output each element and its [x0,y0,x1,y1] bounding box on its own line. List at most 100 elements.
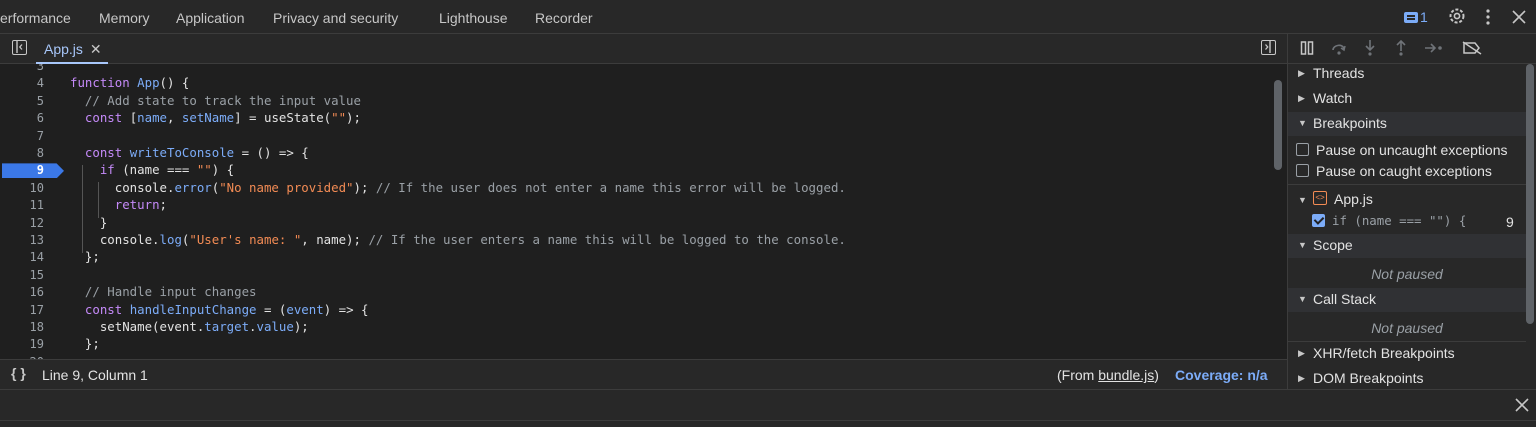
drawer-divider [0,420,1536,421]
source-origin: (From bundle.js) [1057,367,1159,383]
watch-label: Watch [1313,90,1353,106]
breakpoint-enabled-checkbox[interactable] [1312,214,1325,227]
breakpoint-code[interactable]: if (name === "") { [1332,213,1466,228]
expanded-arrow-icon[interactable]: ▼ [1298,195,1307,205]
line-number[interactable]: 14 [0,250,44,264]
code-line[interactable]: // Handle input changes [70,284,257,299]
step-icon[interactable] [1424,41,1444,58]
code-line[interactable]: const writeToConsole = () => { [70,145,309,160]
toggle-debugger-icon[interactable] [1261,40,1276,55]
bundle-js-link[interactable]: bundle.js [1098,367,1154,383]
settings-gear-icon[interactable] [1447,6,1467,29]
section-breakpoints[interactable]: ▼ Breakpoints [1288,112,1526,136]
file-tab-label: App.js [44,41,83,57]
pause-caught-checkbox[interactable] [1296,164,1309,177]
scope-label: Scope [1313,237,1353,253]
line-number[interactable]: 6 [0,111,44,125]
tab-lighthouse[interactable]: Lighthouse [439,10,508,26]
line-number[interactable]: 9 [0,163,44,177]
section-threads[interactable]: ▶ Threads [1288,62,1526,86]
line-number-gutter[interactable]: 34567891011121314151617181920 [0,64,64,359]
code-line[interactable]: console.log("User's name: ", name); // I… [70,232,846,247]
divider [1288,184,1526,185]
line-number[interactable]: 5 [0,94,44,108]
line-number[interactable]: 10 [0,181,44,195]
debugger-toolbar [1288,34,1536,64]
sidebar-scrollbar[interactable] [1526,64,1534,324]
line-number[interactable]: 11 [0,198,44,212]
close-tab-icon[interactable]: ✕ [90,41,102,57]
section-call-stack[interactable]: ▼ Call Stack [1288,288,1526,312]
line-number[interactable]: 16 [0,285,44,299]
section-dom-breakpoints[interactable]: ▶ DOM Breakpoints [1288,367,1526,389]
xhr-label: XHR/fetch Breakpoints [1313,345,1455,361]
debugger-sidebar: ▶ Threads ▶ Watch ▼ Breakpoints Pause on… [1287,34,1536,389]
code-line[interactable]: function App() { [70,75,189,90]
code-line[interactable]: // Add state to track the input value [70,93,361,108]
source-origin-prefix: (From [1057,367,1099,383]
more-options-icon[interactable] [1484,8,1492,29]
code-line[interactable]: setName(event.target.value); [70,319,309,334]
tab-application[interactable]: Application [176,10,245,26]
issues-counter[interactable]: 1 [1404,9,1428,25]
step-into-icon[interactable] [1364,39,1376,60]
line-number[interactable]: 12 [0,216,44,230]
line-number[interactable]: 17 [0,303,44,317]
coverage-status[interactable]: Coverage: n/a [1175,367,1268,383]
tab-recorder[interactable]: Recorder [535,10,593,26]
line-number[interactable]: 4 [0,76,44,90]
tab-performance[interactable]: erformance [0,10,71,26]
cursor-position: Line 9, Column 1 [42,367,148,383]
line-number[interactable]: 13 [0,233,44,247]
tab-privacy-and-security[interactable]: Privacy and security [273,10,398,26]
line-number[interactable]: 18 [0,320,44,334]
breakpoints-label: Breakpoints [1313,115,1387,131]
code-line[interactable]: const [name, setName] = useState(""); [70,110,361,125]
expanded-arrow-icon: ▼ [1298,240,1307,250]
close-devtools-icon[interactable] [1512,10,1526,27]
line-number[interactable]: 15 [0,268,44,282]
editor-status-bar: { } Line 9, Column 1 (From bundle.js) Co… [0,359,1287,389]
line-number[interactable]: 19 [0,337,44,351]
breakpoint-line-number: 9 [1506,214,1514,230]
pause-uncaught-checkbox[interactable] [1296,143,1309,156]
step-over-icon[interactable] [1331,40,1347,59]
code-line[interactable]: return; [70,197,167,212]
collapsed-arrow-icon: ▶ [1298,93,1305,103]
code-line[interactable]: if (name === "") { [70,162,234,177]
issues-count: 1 [1420,9,1428,25]
code-line[interactable]: }; [70,249,100,264]
file-script-icon: <> [1313,191,1327,205]
section-scope[interactable]: ▼ Scope [1288,234,1526,258]
deactivate-breakpoints-icon[interactable] [1462,41,1482,58]
line-number[interactable]: 3 [0,64,44,73]
code-line[interactable]: }; [70,336,100,351]
tab-memory[interactable]: Memory [99,10,150,26]
pretty-print-button[interactable]: { } [11,365,26,381]
code-editor[interactable]: 34567891011121314151617181920 function A… [0,64,1287,359]
close-drawer-icon[interactable] [1515,398,1529,415]
toggle-navigator-icon[interactable] [12,40,27,55]
code-line[interactable]: } [70,215,107,230]
collapsed-arrow-icon: ▶ [1298,348,1305,358]
section-watch[interactable]: ▶ Watch [1288,87,1526,111]
breakpoint-file-name[interactable]: App.js [1334,191,1373,207]
bottom-drawer [0,389,1536,427]
pause-uncaught-label: Pause on uncaught exceptions [1316,142,1508,158]
pause-resume-icon[interactable] [1300,41,1314,58]
call-stack-label: Call Stack [1313,291,1377,307]
code-line[interactable]: const handleInputChange = (event) => { [70,302,369,317]
code-line[interactable]: console.error("No name provided"); // If… [70,180,846,195]
editor-scrollbar[interactable] [1274,80,1282,170]
line-number[interactable]: 8 [0,146,44,160]
editor-tab-strip: App.js ✕ [0,34,1287,64]
expanded-arrow-icon: ▼ [1298,118,1307,128]
call-stack-not-paused: Not paused [1371,320,1443,336]
file-tab-app-js[interactable]: App.js ✕ [44,41,102,58]
step-out-icon[interactable] [1395,39,1407,60]
pause-caught-label: Pause on caught exceptions [1316,163,1492,179]
collapsed-arrow-icon: ▶ [1298,68,1305,78]
scope-not-paused: Not paused [1371,266,1443,282]
line-number[interactable]: 7 [0,129,44,143]
section-xhr-fetch-breakpoints[interactable]: ▶ XHR/fetch Breakpoints [1288,342,1526,366]
